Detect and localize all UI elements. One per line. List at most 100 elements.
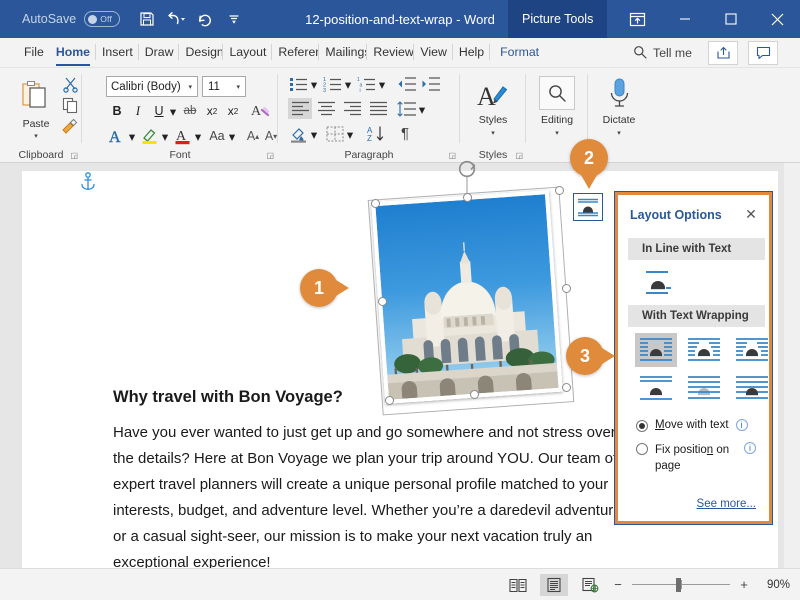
- see-more-link[interactable]: See more...: [697, 498, 756, 510]
- highlight-dropdown-icon[interactable]: ▾: [160, 129, 170, 144]
- paste-dropdown-icon[interactable]: ▾: [30, 132, 42, 140]
- bold-button[interactable]: B: [108, 101, 126, 121]
- wrap-option-in-line-with-text[interactable]: [642, 267, 684, 297]
- borders-dropdown-icon[interactable]: ▾: [345, 127, 355, 142]
- resize-handle-s[interactable]: [470, 390, 479, 399]
- read-mode-icon[interactable]: [504, 574, 532, 596]
- font-dialog-launcher[interactable]: ◲: [266, 151, 274, 160]
- zoom-level-value[interactable]: 90%: [758, 579, 790, 591]
- font-size-dropdown-icon[interactable]: ▾: [236, 83, 240, 91]
- wrap-option-through[interactable]: [731, 333, 773, 367]
- sort-icon[interactable]: AZ: [364, 123, 388, 144]
- web-layout-icon[interactable]: [576, 574, 604, 596]
- styles-label[interactable]: Styles: [466, 114, 520, 126]
- vertical-scrollbar[interactable]: [784, 163, 800, 568]
- tell-me-search[interactable]: Tell me: [633, 38, 692, 68]
- tab-draw[interactable]: Draw: [139, 37, 180, 67]
- wrap-option-in-front-of-text[interactable]: [731, 371, 773, 405]
- print-layout-icon[interactable]: [540, 573, 568, 596]
- close-icon[interactable]: ✕: [743, 206, 759, 222]
- zoom-in-button[interactable]: +: [738, 577, 750, 592]
- cut-icon[interactable]: [60, 74, 80, 94]
- shading-dropdown-icon[interactable]: ▾: [309, 127, 319, 142]
- superscript-button[interactable]: x2: [224, 101, 242, 121]
- resize-handle-se[interactable]: [562, 383, 571, 392]
- ribbon-display-options-icon[interactable]: [612, 0, 662, 38]
- contextual-tab-picture-tools[interactable]: Picture Tools: [508, 0, 608, 38]
- radio-fix-position-on-page[interactable]: Fix position on page i: [636, 442, 768, 474]
- change-case-dropdown-icon[interactable]: ▾: [227, 129, 237, 144]
- wrap-option-behind-text[interactable]: [683, 371, 725, 405]
- copy-icon[interactable]: [60, 95, 80, 115]
- bullets-icon[interactable]: [288, 74, 310, 94]
- wrap-option-tight[interactable]: [683, 333, 725, 367]
- tab-references[interactable]: References: [272, 37, 320, 67]
- subscript-button[interactable]: x2: [203, 101, 221, 121]
- styles-dialog-launcher[interactable]: ◲: [515, 151, 523, 160]
- radio-move-with-text[interactable]: Move with text i: [636, 419, 768, 432]
- font-name-input[interactable]: Calibri (Body) ▾: [106, 76, 198, 97]
- borders-icon[interactable]: [324, 123, 346, 144]
- zoom-slider[interactable]: [632, 577, 730, 592]
- resize-handle-sw[interactable]: [385, 396, 394, 405]
- numbering-icon[interactable]: 123: [322, 74, 344, 94]
- tab-insert[interactable]: Insert: [96, 37, 139, 67]
- autosave-toggle[interactable]: AutoSave Off: [22, 11, 121, 27]
- styles-dropdown-icon[interactable]: ▾: [487, 129, 499, 137]
- line-spacing-dropdown-icon[interactable]: ▾: [417, 102, 427, 117]
- resize-handle-ne[interactable]: [555, 186, 564, 195]
- maximize-icon[interactable]: [708, 0, 754, 38]
- tab-mailings[interactable]: Mailings: [319, 37, 368, 67]
- font-name-dropdown-icon[interactable]: ▾: [188, 83, 192, 91]
- zoom-thumb[interactable]: [676, 577, 681, 592]
- text-highlight-icon[interactable]: [139, 125, 161, 147]
- microphone-icon[interactable]: [606, 76, 632, 110]
- multilevel-list-icon[interactable]: 1ai: [356, 74, 378, 94]
- radio-move-with-text-indicator[interactable]: [636, 420, 648, 432]
- close-icon[interactable]: [754, 0, 800, 38]
- share-icon[interactable]: [708, 41, 738, 65]
- tab-help[interactable]: Help: [453, 37, 491, 67]
- font-color-dropdown-icon[interactable]: ▾: [193, 129, 203, 144]
- numbering-dropdown-icon[interactable]: ▾: [343, 77, 353, 92]
- align-center-icon[interactable]: [314, 98, 338, 119]
- align-left-icon[interactable]: [288, 98, 312, 119]
- layout-options-button-icon[interactable]: [573, 193, 603, 221]
- tab-file[interactable]: File: [18, 37, 50, 67]
- text-effects-dropdown-icon[interactable]: ▾: [127, 129, 137, 144]
- dictate-label[interactable]: Dictate: [590, 114, 648, 126]
- resize-handle-e[interactable]: [562, 284, 571, 293]
- resize-handle-w[interactable]: [378, 297, 387, 306]
- editing-label[interactable]: Editing: [529, 114, 585, 126]
- justify-icon[interactable]: [366, 98, 390, 119]
- multilevel-dropdown-icon[interactable]: ▾: [377, 77, 387, 92]
- info-icon[interactable]: i: [735, 419, 748, 431]
- tab-view[interactable]: View: [414, 37, 453, 67]
- font-color-icon[interactable]: A: [172, 125, 194, 147]
- paragraph-dialog-launcher[interactable]: ◲: [448, 151, 456, 160]
- wrap-option-square[interactable]: [635, 333, 677, 367]
- line-spacing-icon[interactable]: [396, 98, 418, 119]
- show-formatting-marks-button[interactable]: ¶: [394, 123, 416, 144]
- strikethrough-button[interactable]: ab: [180, 101, 200, 121]
- decrease-indent-icon[interactable]: [396, 74, 418, 94]
- dictate-dropdown-icon[interactable]: ▾: [613, 129, 625, 137]
- grow-font-button[interactable]: A ▴: [244, 125, 262, 147]
- editing-dropdown-icon[interactable]: ▾: [551, 129, 563, 137]
- comments-icon[interactable]: [748, 41, 778, 65]
- tab-format[interactable]: Format: [490, 37, 549, 67]
- tab-layout[interactable]: Layout: [223, 37, 273, 67]
- autosave-switch[interactable]: Off: [84, 11, 121, 27]
- font-size-input[interactable]: 11 ▾: [202, 76, 246, 97]
- wrap-option-top-and-bottom[interactable]: [635, 371, 677, 405]
- clipboard-dialog-launcher[interactable]: ◲: [70, 151, 78, 160]
- qat-more-icon[interactable]: [221, 7, 247, 31]
- clear-formatting-icon[interactable]: A: [250, 100, 272, 120]
- format-painter-icon[interactable]: [59, 116, 81, 136]
- editing-search-icon[interactable]: [539, 76, 575, 110]
- text-effects-icon[interactable]: A: [106, 125, 128, 147]
- italic-button[interactable]: I: [129, 101, 147, 121]
- picture-selection-group[interactable]: [367, 160, 575, 416]
- radio-fix-position-indicator[interactable]: [636, 443, 648, 455]
- bullets-dropdown-icon[interactable]: ▾: [309, 77, 319, 92]
